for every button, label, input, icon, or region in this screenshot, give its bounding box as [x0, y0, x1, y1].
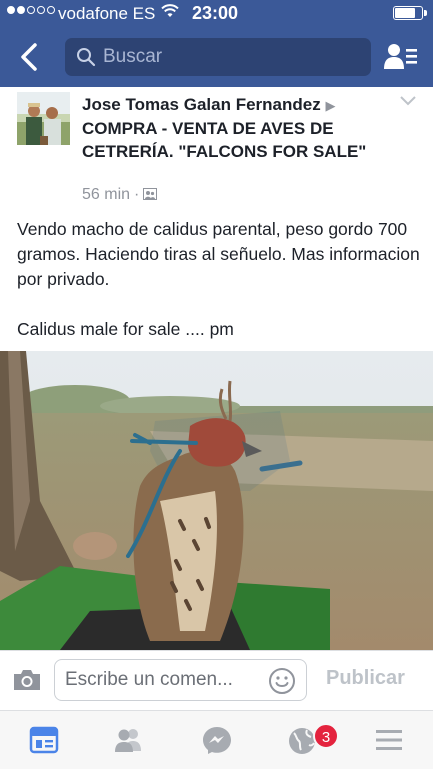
clock-time: 23:00 [192, 3, 239, 23]
status-bar: vodafone ES 23:00 [0, 0, 433, 28]
post-body-text: Vendo macho de calidus parental, peso go… [17, 219, 420, 339]
wifi-icon [161, 4, 179, 17]
battery-icon [393, 6, 427, 20]
carrier-name: vodafone ES [58, 4, 156, 23]
friend-requests-icon[interactable] [384, 42, 418, 72]
shared-to-arrow-icon: ▶ [325, 98, 336, 113]
notifications-badge: 3 [313, 723, 339, 749]
messenger-icon[interactable] [201, 725, 233, 755]
publish-button[interactable]: Publicar [326, 667, 405, 690]
group-name[interactable]: COMPRA - VENTA DE AVES DE CETRERÍA. "FAL… [82, 119, 366, 161]
comment-input[interactable] [65, 660, 265, 700]
group-icon [143, 188, 158, 200]
bottom-tab-bar: 3 [0, 710, 433, 769]
author-avatar[interactable] [17, 92, 70, 145]
post-timestamp[interactable]: 56 min [82, 186, 130, 203]
camera-icon[interactable] [12, 668, 42, 692]
friends-icon[interactable] [113, 725, 145, 755]
comment-field[interactable] [54, 659, 307, 701]
post-author-line: Jose Tomas Galan Fernandez ▶ COMPRA - VE… [82, 93, 372, 163]
menu-icon[interactable] [373, 725, 405, 755]
comment-bar: Publicar [0, 650, 433, 710]
post-meta: 56 min · [82, 186, 158, 204]
chevron-down-icon[interactable] [399, 95, 417, 107]
top-navigation-bar: vodafone ES 23:00 [0, 0, 433, 87]
post-photo[interactable] [0, 351, 433, 650]
search-input[interactable] [103, 38, 353, 76]
author-name[interactable]: Jose Tomas Galan Fernandez [82, 95, 321, 114]
news-feed-icon[interactable] [28, 725, 60, 755]
back-arrow-icon[interactable] [16, 42, 44, 72]
emoji-icon[interactable] [268, 667, 296, 695]
search-icon [77, 48, 96, 67]
meta-separator: · [134, 186, 140, 203]
signal-strength-icon [7, 6, 55, 14]
search-bar[interactable] [65, 38, 371, 76]
